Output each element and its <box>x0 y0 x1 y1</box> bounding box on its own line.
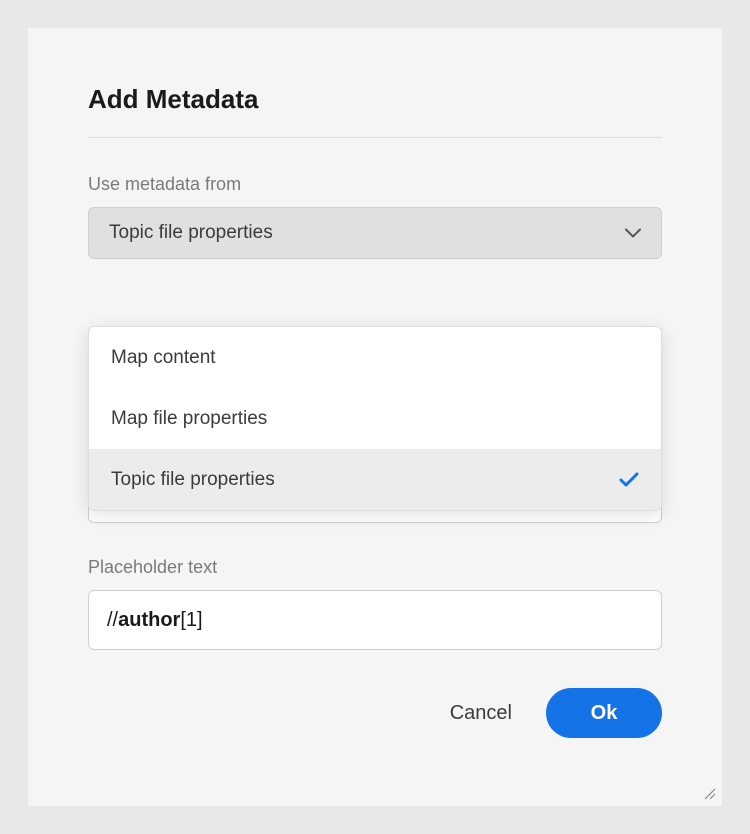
dialog-title: Add Metadata <box>88 84 662 115</box>
dropdown-option-map-content[interactable]: Map content <box>89 327 661 388</box>
placeholder-value-suffix: [1] <box>180 609 202 632</box>
check-icon <box>619 472 639 488</box>
metadata-source-select[interactable]: Topic file properties <box>88 207 662 259</box>
placeholder-text-input[interactable]: //author[1] <box>88 590 662 650</box>
title-divider <box>88 137 662 138</box>
metadata-source-label: Use metadata from <box>88 174 662 195</box>
dropdown-option-map-file-properties[interactable]: Map file properties <box>89 388 661 449</box>
placeholder-value-prefix: // <box>107 609 118 632</box>
placeholder-value-bold: author <box>118 609 180 632</box>
placeholder-text-label: Placeholder text <box>88 557 662 578</box>
dropdown-option-label: Map file properties <box>111 408 267 430</box>
dialog-footer: Cancel Ok <box>450 688 662 738</box>
add-metadata-dialog: Add Metadata Use metadata from Topic fil… <box>28 28 722 806</box>
resize-handle-icon[interactable] <box>702 786 716 800</box>
cancel-button[interactable]: Cancel <box>450 702 512 725</box>
placeholder-text-section: Placeholder text //author[1] <box>88 557 662 650</box>
chevron-down-icon <box>625 228 641 238</box>
metadata-source-value: Topic file properties <box>109 222 273 244</box>
dropdown-option-label: Map content <box>111 347 216 369</box>
dropdown-option-label: Topic file properties <box>111 469 275 491</box>
metadata-source-dropdown: Map content Map file properties Topic fi… <box>88 326 662 511</box>
ok-button[interactable]: Ok <box>546 688 662 738</box>
dropdown-option-topic-file-properties[interactable]: Topic file properties <box>89 449 661 510</box>
